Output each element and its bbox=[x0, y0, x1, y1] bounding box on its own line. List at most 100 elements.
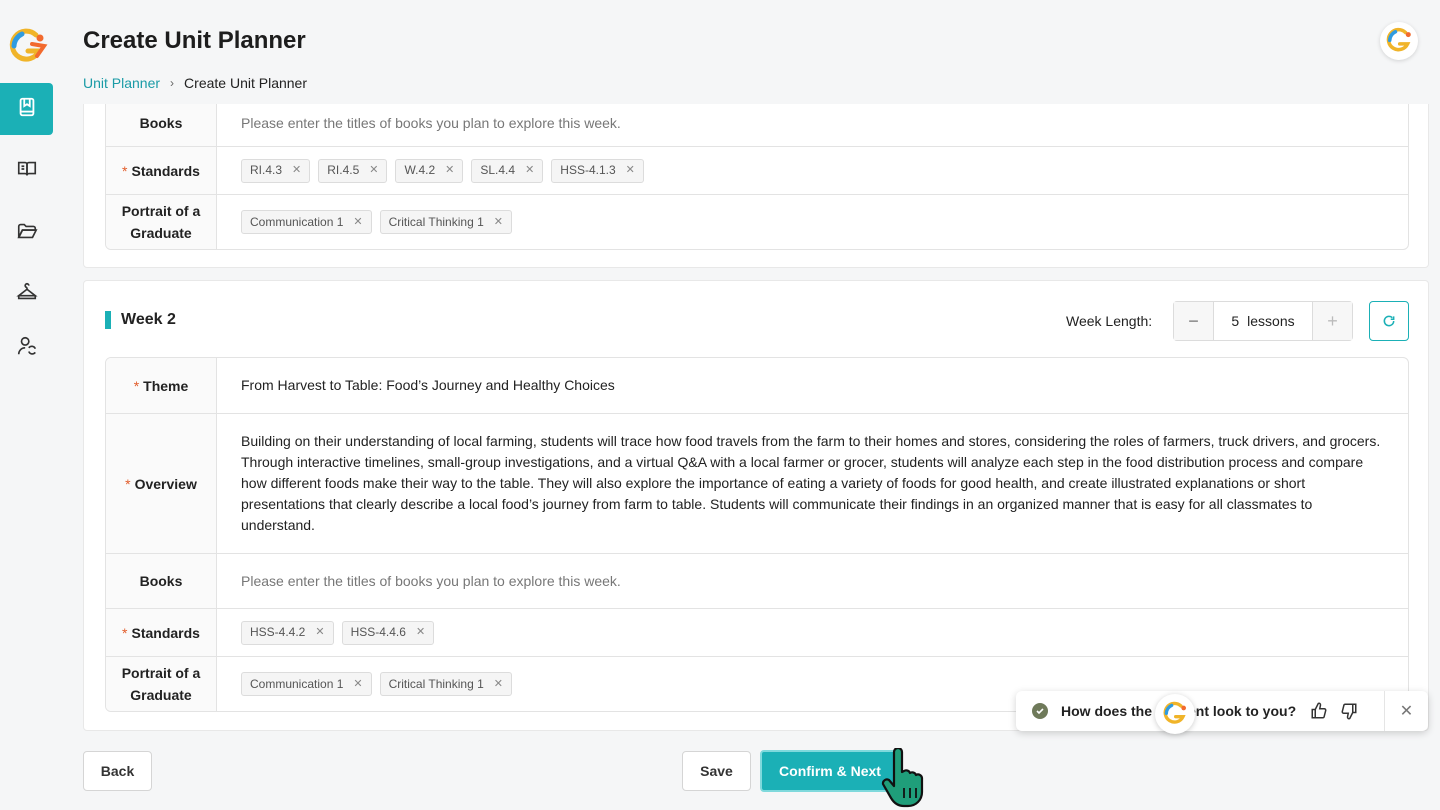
tag-chip: RI.4.3 ✕ bbox=[241, 158, 311, 183]
tag-label: SL.4.4 bbox=[480, 163, 516, 177]
week-1-books-input[interactable]: Please enter the titles of books you pla… bbox=[217, 104, 1408, 146]
tag-label: Critical Thinking 1 bbox=[388, 214, 484, 229]
week-2-theme-input[interactable]: From Harvest to Table: Food’s Journey an… bbox=[217, 358, 1408, 413]
remove-tag-icon[interactable]: ✕ bbox=[315, 622, 324, 643]
feedback-popup: How does the ent look to you? ✕ bbox=[1016, 691, 1428, 731]
week-1-standards-row: * Standards RI.4.3 ✕ RI.4.5 ✕ W.4.2 ✕ SL.4.4 ✕ HS… bbox=[106, 146, 1408, 194]
overview-label-text: Overview bbox=[134, 475, 197, 492]
week-2-portrait-label: Portrait of a Graduate bbox=[106, 657, 217, 711]
close-feedback-button[interactable]: ✕ bbox=[1384, 691, 1428, 731]
increase-lessons-button[interactable]: + bbox=[1312, 302, 1352, 340]
week-1-books-placeholder: Please enter the titles of books you pla… bbox=[241, 114, 621, 131]
week-2-theme-row: * Theme From Harvest to Table: Food’s Jou… bbox=[106, 358, 1408, 413]
sidebar-item-wardrobe[interactable] bbox=[0, 268, 53, 320]
sidebar bbox=[0, 0, 57, 810]
avatar-logo-icon bbox=[1386, 27, 1411, 52]
tag-chip: HSS-4.4.2 ✕ bbox=[241, 620, 334, 645]
user-refresh-icon bbox=[16, 335, 38, 362]
remove-tag-icon[interactable]: ✕ bbox=[353, 212, 362, 233]
confirm-next-button[interactable]: Confirm & Next bbox=[760, 750, 900, 792]
reader-icon bbox=[16, 158, 38, 185]
refresh-icon bbox=[1383, 315, 1395, 327]
tag-label: RI.4.5 bbox=[327, 163, 360, 177]
remove-tag-icon[interactable]: ✕ bbox=[525, 160, 534, 181]
tag-chip: Critical Thinking 1 ✕ bbox=[379, 210, 512, 234]
portrait-label-line2: Graduate bbox=[130, 687, 192, 703]
remove-tag-icon[interactable]: ✕ bbox=[494, 674, 503, 695]
week-2-overview-row: * Overview Building on their understandin… bbox=[106, 413, 1408, 553]
book-icon bbox=[16, 96, 38, 123]
regenerate-button[interactable] bbox=[1369, 301, 1409, 341]
breadcrumb: Unit Planner › Create Unit Planner bbox=[83, 75, 307, 91]
app-logo-icon[interactable] bbox=[6, 26, 48, 68]
sidebar-item-reader[interactable] bbox=[0, 145, 53, 197]
tag-label: Communication 1 bbox=[250, 214, 344, 229]
feedback-question-prefix: How does the bbox=[1061, 703, 1153, 719]
week-1-portrait-label: Portrait of a Graduate bbox=[106, 195, 217, 249]
week-1-portrait-field[interactable]: Communication 1 ✕ Critical Thinking 1 ✕ bbox=[217, 195, 1408, 249]
tag-chip: HSS-4.1.3 ✕ bbox=[551, 158, 644, 183]
hanger-icon bbox=[15, 281, 38, 308]
sidebar-item-users[interactable] bbox=[0, 322, 53, 374]
week-2-header: Week 2 bbox=[105, 311, 176, 329]
theme-label-text: Theme bbox=[143, 377, 189, 394]
tag-chip: Communication 1 ✕ bbox=[241, 210, 372, 234]
portrait-label-line2: Graduate bbox=[130, 225, 192, 241]
lessons-value[interactable]: 5 lessons bbox=[1214, 302, 1312, 340]
thumbs-up-icon[interactable] bbox=[1310, 702, 1328, 720]
standards-label-text: Standards bbox=[131, 162, 200, 179]
portrait-label-line1: Portrait of a bbox=[121, 665, 201, 681]
week-1-books-row: Books Please enter the titles of books y… bbox=[106, 104, 1408, 146]
portrait-label-line1: Portrait of a bbox=[121, 203, 201, 219]
hand-cursor-icon bbox=[880, 746, 928, 810]
week-1-portrait-row: Portrait of a Graduate Communication 1 ✕ Cr… bbox=[106, 194, 1408, 249]
week-2-overview-textarea[interactable]: Building on their understanding of local… bbox=[217, 414, 1408, 553]
assistant-logo-icon[interactable] bbox=[1155, 694, 1195, 734]
remove-tag-icon[interactable]: ✕ bbox=[353, 674, 362, 695]
lessons-count: 5 bbox=[1231, 313, 1240, 329]
week-2-books-label: Books bbox=[106, 554, 217, 608]
week-1-standards-label: * Standards bbox=[106, 147, 217, 194]
save-button[interactable]: Save bbox=[682, 751, 751, 791]
breadcrumb-current: Create Unit Planner bbox=[184, 75, 307, 91]
standards-label-text: Standards bbox=[131, 624, 200, 641]
decrease-lessons-button[interactable]: − bbox=[1174, 302, 1214, 340]
back-button[interactable]: Back bbox=[83, 751, 152, 791]
required-mark: * bbox=[125, 475, 131, 492]
tag-chip: Communication 1 ✕ bbox=[241, 672, 372, 696]
feedback-question-suffix: ent look to you? bbox=[1188, 703, 1297, 719]
week-2-standards-tags: HSS-4.4.2 ✕ HSS-4.4.6 ✕ bbox=[241, 620, 435, 645]
week-1-standards-field[interactable]: RI.4.3 ✕ RI.4.5 ✕ W.4.2 ✕ SL.4.4 ✕ HSS-4.1.3 ✕ bbox=[217, 147, 1408, 194]
planner-content[interactable]: Books Please enter the titles of books y… bbox=[83, 104, 1429, 734]
remove-tag-icon[interactable]: ✕ bbox=[292, 160, 301, 181]
tag-chip: RI.4.5 ✕ bbox=[318, 158, 388, 183]
remove-tag-icon[interactable]: ✕ bbox=[626, 160, 635, 181]
remove-tag-icon[interactable]: ✕ bbox=[494, 212, 503, 233]
week-length-label: Week Length: bbox=[1066, 313, 1153, 329]
breadcrumb-link-unit-planner[interactable]: Unit Planner bbox=[83, 75, 160, 91]
week-2-table: * Theme From Harvest to Table: Food’s Jou… bbox=[105, 357, 1409, 712]
tag-label: Communication 1 bbox=[250, 676, 344, 691]
avatar[interactable] bbox=[1380, 22, 1418, 60]
sidebar-item-files[interactable] bbox=[0, 207, 53, 259]
lessons-unit: lessons bbox=[1247, 313, 1295, 329]
remove-tag-icon[interactable]: ✕ bbox=[416, 622, 425, 643]
tag-label: W.4.2 bbox=[404, 163, 436, 177]
remove-tag-icon[interactable]: ✕ bbox=[369, 160, 378, 181]
tag-label: HSS-4.4.2 bbox=[250, 625, 306, 639]
check-circle-icon bbox=[1032, 703, 1048, 719]
week-2-books-row: Books Please enter the titles of books y… bbox=[106, 553, 1408, 608]
remove-tag-icon[interactable]: ✕ bbox=[445, 160, 454, 181]
tag-label: HSS-4.1.3 bbox=[560, 163, 616, 177]
tag-chip: W.4.2 ✕ bbox=[395, 158, 464, 183]
tag-chip: Critical Thinking 1 ✕ bbox=[379, 672, 512, 696]
week-2-books-input[interactable]: Please enter the titles of books you pla… bbox=[217, 554, 1408, 608]
required-mark: * bbox=[122, 162, 128, 179]
breadcrumb-separator: › bbox=[170, 76, 175, 90]
week-2-standards-label: * Standards bbox=[106, 609, 217, 656]
sidebar-item-unit-planner[interactable] bbox=[0, 83, 53, 135]
week-1-standards-tags: RI.4.3 ✕ RI.4.5 ✕ W.4.2 ✕ SL.4.4 ✕ HSS-4.1.3 ✕ bbox=[241, 158, 644, 183]
week-2-standards-field[interactable]: HSS-4.4.2 ✕ HSS-4.4.6 ✕ bbox=[217, 609, 1408, 656]
thumbs-down-icon[interactable] bbox=[1340, 702, 1358, 720]
folder-icon bbox=[16, 220, 38, 247]
